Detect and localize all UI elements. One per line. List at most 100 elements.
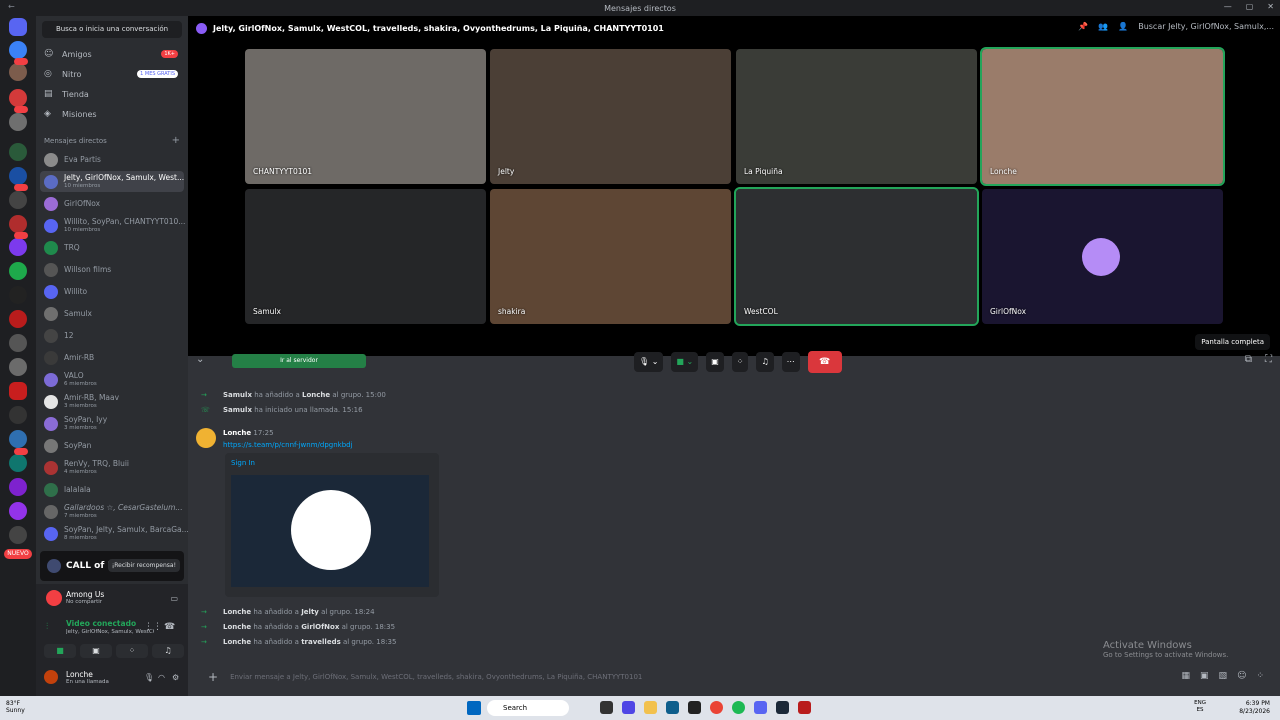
dm-item[interactable]: Willito, SoyPan, CHANTYYT010... 10 miembr… (40, 215, 185, 236)
nav-friends[interactable]: ☺ Amigos 1K+ (42, 45, 182, 63)
server-icon[interactable] (9, 310, 27, 328)
spotify-icon[interactable] (732, 701, 745, 714)
dm-item[interactable]: 12 (40, 325, 184, 346)
maximize-button[interactable]: ▢ (1246, 2, 1254, 11)
gif-icon[interactable]: ▣ (1200, 671, 1209, 681)
dm-item[interactable]: VALO 6 miembros (40, 369, 184, 390)
camera-button[interactable]: ■ ⌄ (671, 352, 699, 372)
claim-reward-button[interactable]: ¡Recibir recompensa! (107, 559, 180, 572)
dm-item[interactable]: Eva Partis (40, 149, 184, 170)
settings-gear-icon[interactable]: ⚙ (172, 673, 179, 682)
activities-icon[interactable]: ⁘ (731, 352, 749, 372)
language-indicator[interactable]: ENG ES (1194, 700, 1206, 714)
dm-item[interactable]: Willson films (40, 259, 184, 280)
server-icon[interactable] (9, 63, 27, 81)
server-icon[interactable] (9, 89, 27, 107)
chrome-icon[interactable] (710, 701, 723, 714)
message-input[interactable]: + Enviar mensaje a Jelty, GirlOfNox, Sam… (196, 666, 1272, 688)
file-explorer-icon[interactable] (644, 701, 657, 714)
dm-item[interactable]: TRQ (40, 237, 184, 258)
server-icon[interactable] (9, 454, 27, 472)
taskbar-search[interactable]: Search (487, 700, 569, 716)
more-options-icon[interactable]: ⋯ (781, 352, 800, 372)
message-link[interactable]: https://s.team/p/cnnf-jwnm/dpgnkbdj (223, 441, 353, 449)
attach-plus-icon[interactable]: + (208, 670, 218, 684)
message-avatar[interactable] (196, 428, 216, 448)
nav-nitro[interactable]: ◎ Nitro 1 MES GRATIS (42, 65, 182, 83)
steam-icon[interactable] (776, 701, 789, 714)
server-icon[interactable] (9, 113, 27, 131)
microphone-button[interactable]: 🎙 ⌄ (634, 352, 664, 372)
soundboard-button[interactable]: ♫ (152, 644, 184, 658)
dm-item[interactable]: Amir-RB (40, 347, 184, 368)
dm-item[interactable]: Samulx (40, 303, 184, 324)
dm-item[interactable]: RenVy, TRQ, Bluii 4 miembros (40, 457, 184, 478)
server-icon[interactable] (9, 430, 27, 448)
hang-up-button[interactable]: ☎ (807, 351, 842, 373)
minimize-button[interactable]: — (1224, 2, 1232, 11)
apps-icon[interactable]: ⁘ (1256, 671, 1264, 681)
promo-banner[interactable]: CALL of DUTY ¡Recibir recompensa! (40, 551, 184, 581)
dm-item[interactable]: lalalala (40, 479, 184, 500)
server-icon[interactable] (9, 406, 27, 424)
weather-widget[interactable]: 83°F Sunny (6, 700, 25, 714)
server-icon[interactable] (9, 41, 27, 59)
embed-title[interactable]: Sign In (231, 459, 255, 467)
embed-image[interactable] (231, 475, 429, 587)
soundboard-icon[interactable]: ♫ (756, 352, 774, 372)
popout-icon[interactable]: ⧉ (1245, 354, 1252, 365)
server-icon[interactable] (9, 143, 27, 161)
fullscreen-icon[interactable]: ⛶ (1265, 354, 1272, 365)
server-icon[interactable] (9, 286, 27, 304)
dm-item[interactable]: SoyPan, Jelty, Samulx, BarcaGa... 8 miemb… (40, 523, 189, 544)
link-embed[interactable]: Sign In (225, 453, 439, 597)
server-icon[interactable] (9, 334, 27, 352)
clock[interactable]: 6:39 PM 8/23/2026 (1239, 700, 1270, 716)
go-to-server-button[interactable]: Ir al servidor (232, 354, 366, 368)
search-input[interactable]: Busca o inicia una conversación (42, 21, 182, 38)
microphone-icon[interactable]: 🎙 (144, 673, 154, 682)
nav-quests[interactable]: ◈ Misiones (42, 105, 182, 123)
screen-share-icon[interactable]: ▭ (170, 594, 178, 603)
dm-item[interactable]: Willito (40, 281, 184, 302)
home-button[interactable] (9, 18, 27, 36)
dm-item[interactable]: Jelty, GirlOfNox, Samulx, West... 10 miem… (40, 171, 184, 192)
discord-icon[interactable] (754, 701, 767, 714)
close-button[interactable]: ✕ (1267, 2, 1274, 11)
nav-shop[interactable]: ▤ Tienda (42, 85, 182, 103)
app-icon[interactable] (798, 701, 811, 714)
server-icon[interactable] (9, 167, 27, 185)
screen-share-icon[interactable]: ▣ (706, 352, 724, 372)
task-view-icon[interactable] (600, 701, 613, 714)
server-icon[interactable] (9, 215, 27, 233)
server-icon[interactable] (9, 262, 27, 280)
server-icon[interactable] (9, 382, 27, 400)
server-icon[interactable] (9, 478, 27, 496)
dm-item[interactable]: Gallardoos ☆, CesarGastelum... 7 miembros (40, 501, 184, 522)
headphones-icon[interactable]: ◠ (158, 673, 165, 682)
chevron-down-icon[interactable]: ⌄ (196, 354, 204, 365)
start-button[interactable] (467, 701, 481, 715)
dm-item[interactable]: SoyPan (40, 435, 184, 456)
emoji-icon[interactable]: ☺ (1237, 671, 1246, 681)
new-dm-plus-icon[interactable]: + (172, 135, 180, 146)
sticker-icon[interactable]: ▧ (1219, 671, 1228, 681)
dm-item[interactable]: Amir-RB, Maav 3 miembros (40, 391, 184, 412)
back-arrow-icon[interactable]: ← (8, 2, 15, 11)
app-icon[interactable] (688, 701, 701, 714)
server-icon[interactable] (9, 238, 27, 256)
activities-button[interactable]: ⁘ (116, 644, 148, 658)
server-icon[interactable] (9, 358, 27, 376)
app-icon[interactable] (622, 701, 635, 714)
dm-item[interactable]: GirlOfNox (40, 193, 184, 214)
app-icon[interactable] (666, 701, 679, 714)
noise-suppression-icon[interactable]: ⋮⋮ (144, 622, 162, 632)
disconnect-icon[interactable]: ☎ (164, 622, 175, 632)
server-icon[interactable] (9, 502, 27, 520)
server-icon[interactable] (9, 191, 27, 209)
dm-item[interactable]: SoyPan, Iyy 3 miembros (40, 413, 184, 434)
gift-icon[interactable]: ▦ (1182, 671, 1191, 681)
user-avatar[interactable] (44, 670, 58, 684)
screen-share-button[interactable]: ▣ (80, 644, 112, 658)
camera-button[interactable]: ■ (44, 644, 76, 658)
